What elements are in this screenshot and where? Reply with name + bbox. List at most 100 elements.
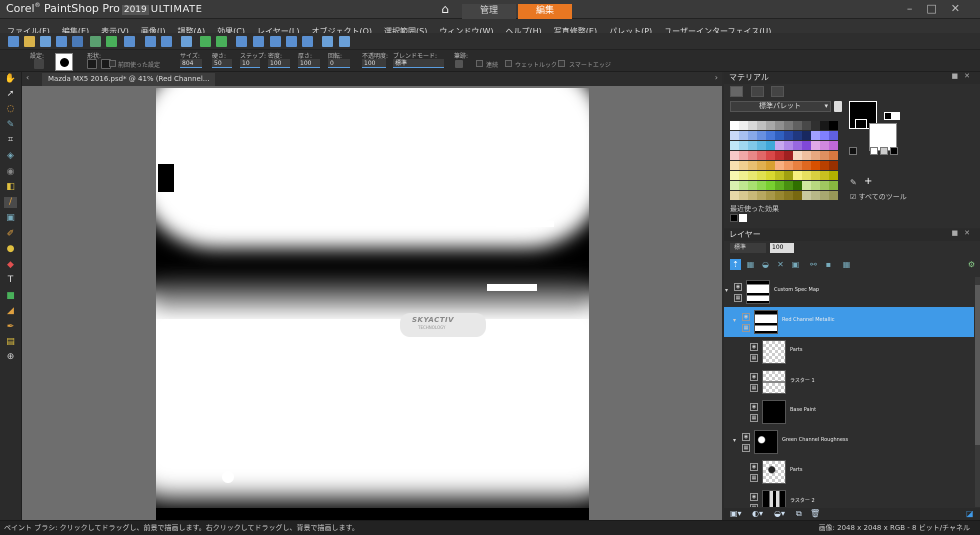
lock-layer-icon[interactable]: ▦	[750, 384, 758, 392]
swatch[interactable]	[775, 121, 784, 130]
swatch[interactable]	[739, 121, 748, 130]
hardness-input[interactable]: 50	[212, 59, 232, 68]
swatch[interactable]	[829, 161, 838, 170]
swatch[interactable]	[811, 121, 820, 130]
eyedropper-icon[interactable]: ✎	[850, 178, 857, 187]
swatch[interactable]	[793, 131, 802, 140]
swatch[interactable]	[793, 121, 802, 130]
flood-fill-icon[interactable]: ◢	[4, 306, 17, 317]
density-input[interactable]: 100	[268, 59, 290, 68]
rotation-input[interactable]: 0	[328, 59, 350, 68]
add-material-icon[interactable]: +	[864, 176, 872, 187]
layers-expand-icon[interactable]: ◪	[966, 509, 974, 518]
swatch[interactable]	[802, 181, 811, 190]
visibility-icon[interactable]: ✕	[775, 259, 786, 270]
swatch[interactable]	[775, 191, 784, 200]
recent-white[interactable]	[739, 214, 747, 222]
swatch[interactable]	[748, 151, 757, 160]
fit-window-icon[interactable]	[236, 36, 247, 47]
expand-icon[interactable]: ▾	[733, 437, 736, 444]
swatch[interactable]	[766, 191, 775, 200]
swatch[interactable]	[802, 171, 811, 180]
recent-black[interactable]	[730, 214, 738, 222]
swatch[interactable]	[775, 151, 784, 160]
new-layer-icon[interactable]: ▣▾	[730, 509, 742, 518]
eye-icon[interactable]: ◉	[750, 373, 758, 381]
layer-settings-icon[interactable]: ⚙	[966, 259, 977, 270]
swatch[interactable]	[820, 151, 829, 160]
swatch[interactable]	[811, 141, 820, 150]
layer-row[interactable]: ◉ ▦ Parts	[724, 337, 974, 367]
swatch[interactable]	[730, 191, 739, 200]
swatch[interactable]	[739, 141, 748, 150]
eye-icon[interactable]: ◉	[750, 343, 758, 351]
swatch[interactable]	[730, 141, 739, 150]
layer-row[interactable]: ▾ ◉ ▦ Red Channel Metallic	[724, 307, 974, 337]
swatch[interactable]	[766, 161, 775, 170]
swatch[interactable]	[802, 161, 811, 170]
swatch[interactable]	[811, 171, 820, 180]
color-swatches[interactable]	[730, 121, 838, 207]
dropper-icon[interactable]: ✎	[4, 120, 17, 131]
swatch[interactable]	[802, 191, 811, 200]
swatch[interactable]	[793, 151, 802, 160]
swatch[interactable]	[829, 171, 838, 180]
eye-icon[interactable]: ◉	[734, 283, 742, 291]
crop-icon[interactable]: ⌗	[4, 135, 17, 146]
swatch[interactable]	[730, 171, 739, 180]
swatch[interactable]	[739, 131, 748, 140]
text-icon[interactable]: T	[4, 275, 17, 286]
swap-fg-icon[interactable]	[884, 112, 892, 120]
wet-look-checkbox[interactable]	[505, 60, 512, 67]
eye-icon[interactable]: ◉	[742, 313, 750, 321]
swatch[interactable]	[784, 171, 793, 180]
swatch[interactable]	[730, 131, 739, 140]
swatch[interactable]	[820, 131, 829, 140]
new-mask-icon[interactable]: ◐▾	[752, 509, 763, 518]
palette-menu-icon[interactable]	[834, 101, 842, 112]
layer-blend-select[interactable]: 標準	[730, 243, 766, 253]
tab-color-wheel[interactable]	[771, 86, 784, 97]
lock-layer-icon[interactable]: ▦	[742, 324, 750, 332]
pen-icon[interactable]: ✒	[4, 322, 17, 333]
swatch[interactable]	[820, 141, 829, 150]
swatch[interactable]	[730, 121, 739, 130]
undo-icon[interactable]	[145, 36, 156, 47]
swatch[interactable]	[820, 161, 829, 170]
layer-row[interactable]: ▾ ◉ ▦ Custom Spec Map	[724, 277, 974, 307]
swatch[interactable]	[811, 131, 820, 140]
foreground-material[interactable]	[855, 119, 867, 129]
swatch[interactable]	[730, 151, 739, 160]
swatch[interactable]	[748, 121, 757, 130]
expand-icon[interactable]: ▾	[725, 287, 728, 294]
swatch[interactable]	[784, 191, 793, 200]
swatch[interactable]	[748, 161, 757, 170]
zoom-fit-icon[interactable]	[302, 36, 313, 47]
swatch[interactable]	[784, 121, 793, 130]
stroke-icon[interactable]	[455, 60, 463, 68]
panel-close-icon[interactable]: ✕	[964, 72, 976, 80]
swatch[interactable]	[739, 161, 748, 170]
lock-layer-icon[interactable]: ▦	[750, 504, 758, 507]
share-icon[interactable]	[106, 36, 117, 47]
swatch[interactable]	[793, 191, 802, 200]
swatch[interactable]	[757, 121, 766, 130]
swatch[interactable]	[730, 181, 739, 190]
lock-transparency-icon[interactable]: ▦	[745, 259, 756, 270]
palette-select[interactable]: 標準パレット	[730, 101, 831, 112]
minimize-icon[interactable]: –	[907, 2, 927, 15]
home-icon[interactable]: ⌂	[436, 2, 454, 17]
swatch[interactable]	[757, 181, 766, 190]
tab-swatches[interactable]	[730, 86, 743, 97]
swatch[interactable]	[820, 191, 829, 200]
layer-row[interactable]: ◉ ▦ ラスター 2	[724, 487, 974, 507]
makeover-icon[interactable]: ◧	[4, 182, 17, 193]
swatch[interactable]	[820, 121, 829, 130]
thickness-input[interactable]: 100	[298, 59, 320, 68]
preset-icon[interactable]	[34, 59, 44, 69]
layers-menu-icon[interactable]: ■	[952, 229, 965, 237]
swatch[interactable]	[766, 131, 775, 140]
dodge-icon[interactable]: ●	[4, 244, 17, 255]
swatch[interactable]	[793, 161, 802, 170]
swatch[interactable]	[802, 131, 811, 140]
